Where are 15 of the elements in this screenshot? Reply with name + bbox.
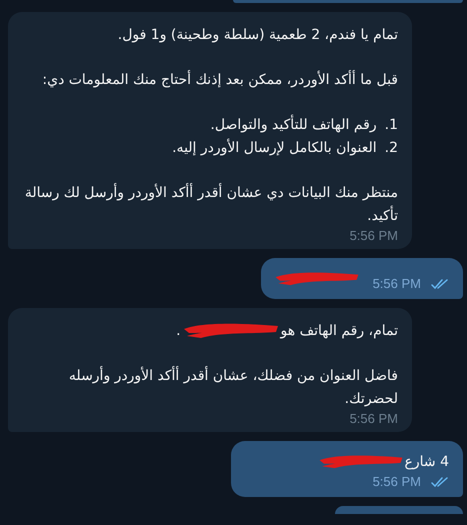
- message-time: 5:56 PM: [350, 411, 398, 426]
- message-text: فاضل العنوان من فضلك، عشان أقدر أأكد الأوردر وأرسله لحضرتك.: [68, 368, 398, 407]
- message-text: منتظر منك البيانات دي عشان أقدر أأكد الأوردر وأرسل لك رسالة تأكيد.: [24, 185, 398, 224]
- message-text: .: [176, 323, 181, 339]
- list-number: 2.: [384, 139, 398, 158]
- message-text: تمام يا فندم، 2 طعمية (سلطة وطحينة) و1 فول.: [118, 27, 398, 43]
- message-time: 5:56 PM: [350, 228, 398, 243]
- message-text: تمام، رقم الهاتف هو: [280, 323, 398, 339]
- message-text: قبل ما أأكد الأوردر، ممكن بعد إذنك أحتاج منك المعلومات دي:: [42, 72, 398, 88]
- message-time: 5:56 PM: [372, 474, 421, 489]
- message-text: 4 شارع: [404, 454, 449, 470]
- message-time: 5:56 PM: [372, 276, 421, 291]
- list-number: 1.: [384, 116, 398, 135]
- message-text: رقم الهاتف للتأكيد والتواصل.: [210, 114, 377, 137]
- message-text: العنوان بالكامل لإرسال الأوردر إليه.: [172, 138, 377, 158]
